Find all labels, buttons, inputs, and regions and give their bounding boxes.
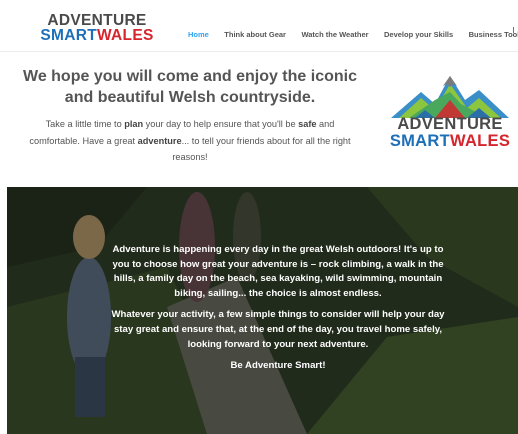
logo-smart: SMART: [40, 27, 97, 44]
intro-text-1: Take a little time to: [45, 119, 125, 129]
big-logo-line-2: SMARTWALES: [385, 133, 515, 150]
hero-paragraph-2: Whatever your activity, a few simple thi…: [111, 309, 445, 350]
big-logo-line-1: ADVENTURE: [397, 115, 503, 133]
intro-bold-plan: plan: [124, 119, 144, 129]
site-logo[interactable]: ADVENTURE SMARTWALES: [40, 12, 154, 44]
site-header: ADVENTURE SMARTWALES Home Think about Ge…: [0, 0, 518, 52]
big-logo-smart: SMART: [389, 132, 450, 150]
mountain-logo-icon: [391, 76, 509, 118]
hero-paragraph-1: Adventure is happening every day in the …: [112, 244, 444, 299]
intro-section: We hope you will come and enjoy the icon…: [22, 66, 358, 166]
intro-heading: We hope you will come and enjoy the icon…: [23, 68, 357, 106]
intro-bold-safe: safe: [298, 119, 317, 129]
hero-banner: Adventure is happening every day in the …: [7, 187, 518, 434]
nav-item-business-toolkit[interactable]: Business Toolkit: [469, 29, 518, 41]
nav-item-weather[interactable]: Watch the Weather: [301, 29, 368, 41]
adventure-smart-wales-logo: ADVENTURE SMARTWALES: [385, 70, 515, 152]
intro-text-4: ... to tell your friends about for all t…: [172, 135, 351, 163]
intro-paragraph: Take a little time to plan your day to h…: [22, 116, 358, 166]
big-logo-wales: WALES: [450, 132, 511, 150]
main-nav: Home Think about Gear Watch the Weather …: [188, 24, 518, 39]
intro-bold-adventure: adventure: [137, 135, 182, 146]
hero-text-block: Adventure is happening every day in the …: [105, 243, 451, 381]
nav-item-skills[interactable]: Develop your Skills: [384, 29, 453, 41]
nav-overflow-icon[interactable]: [513, 27, 517, 33]
logo-line-2: SMARTWALES: [40, 27, 154, 44]
logo-line-1: ADVENTURE: [47, 12, 147, 29]
intro-text-2: your day to help ensure that you'll be: [143, 119, 299, 129]
hero-tagline: Be Adventure Smart!: [230, 360, 326, 372]
nav-item-business-toolkit-label: Business Toolkit: [468, 30, 518, 39]
logo-wales: WALES: [96, 27, 154, 44]
nav-item-home[interactable]: Home: [188, 29, 209, 41]
nav-item-gear[interactable]: Think about Gear: [224, 29, 286, 41]
